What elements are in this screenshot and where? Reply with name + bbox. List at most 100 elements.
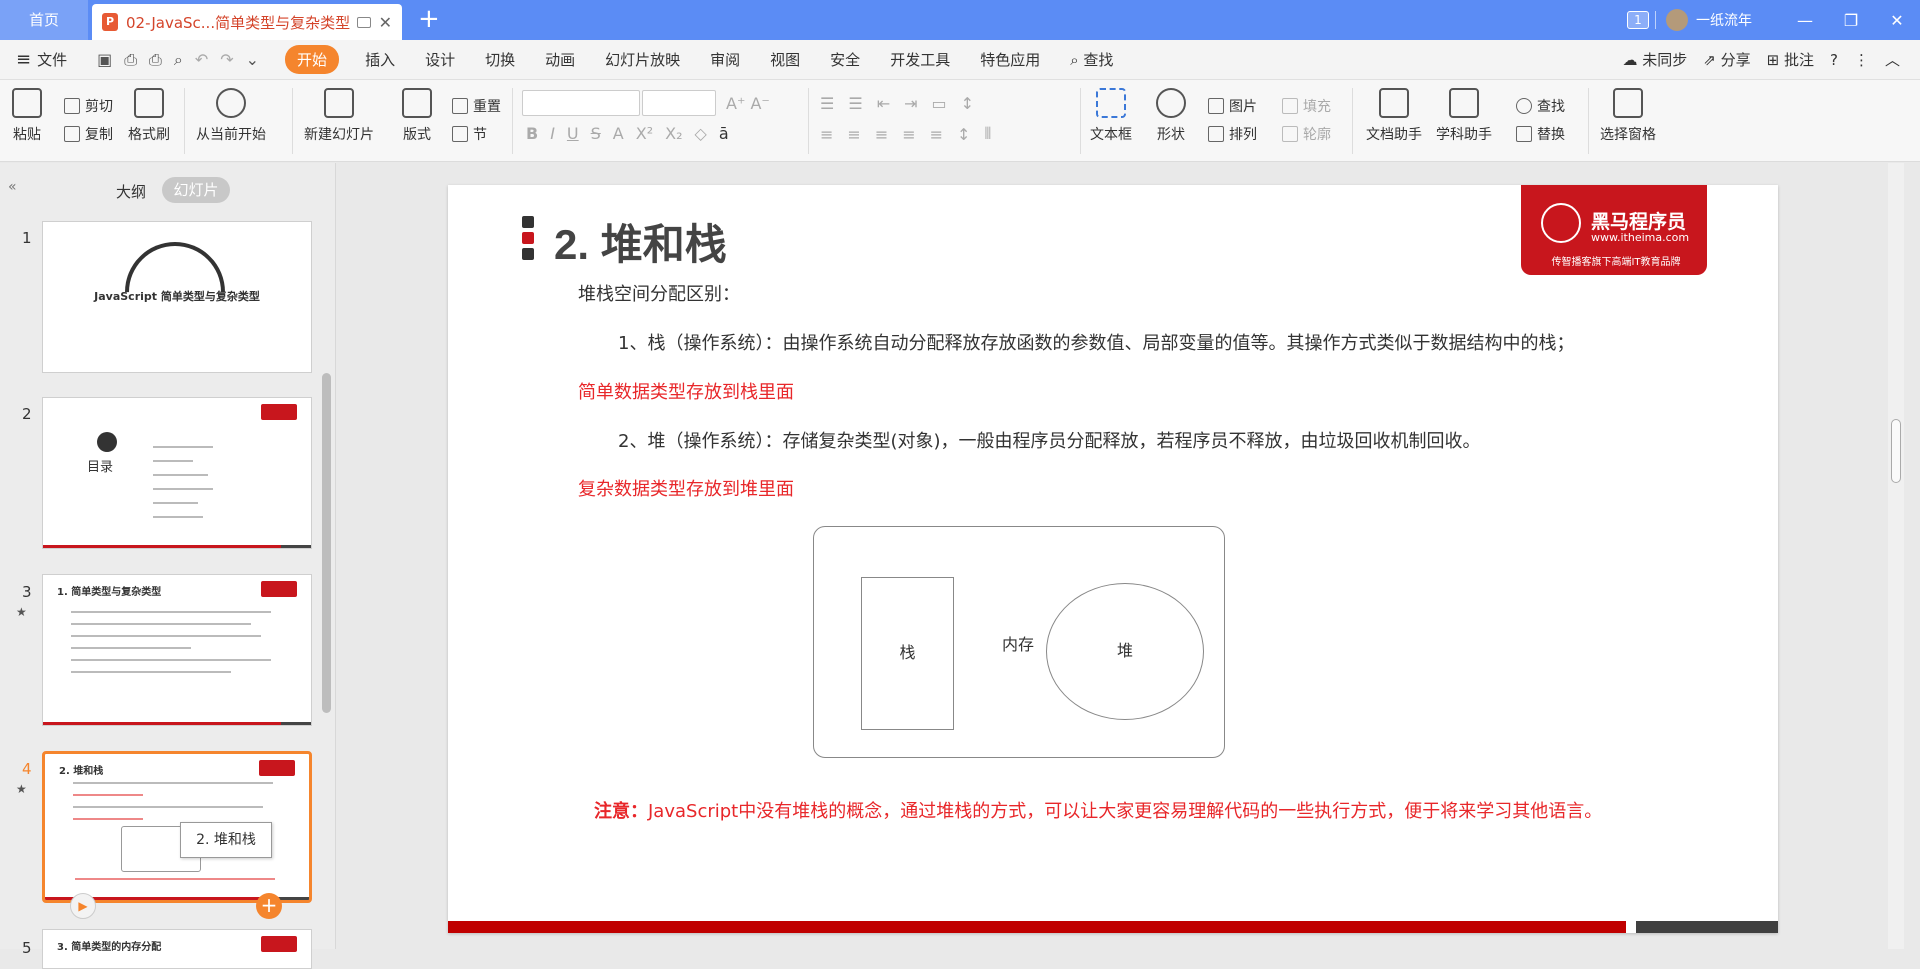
play-icon[interactable]: ▶ [70,893,96,919]
intro-text[interactable]: 堆栈空间分配区别： [578,280,740,306]
tab-insert[interactable]: 插入 [365,49,395,70]
justify-icon[interactable]: ≡ [902,125,915,144]
menu-file[interactable]: 文件 [37,49,67,70]
tab-slideshow[interactable]: 幻灯片放映 [605,49,680,70]
current-slide[interactable]: 2. 堆和栈 黑马程序员 www.itheima.com 传智播客旗下高端IT教… [448,185,1778,933]
avatar[interactable] [1666,9,1688,31]
shape-button[interactable]: 形状 [1156,88,1186,144]
sync-status[interactable]: ☁ 未同步 [1622,49,1687,70]
align-left-icon[interactable]: ≡ [820,125,833,144]
new-tab-button[interactable]: + [418,4,440,34]
close-tab-icon[interactable]: ✕ [379,13,392,32]
subscript-icon[interactable]: X₂ [665,124,682,143]
panel-scrollbar[interactable] [322,373,331,713]
preview-icon[interactable]: ⌕ [174,50,183,70]
new-slide-button[interactable]: 新建幻灯片 [304,88,374,144]
tab-animation[interactable]: 动画 [545,49,575,70]
strikethrough-icon[interactable]: S [591,124,601,143]
tab-transition[interactable]: 切换 [485,49,515,70]
fill-button[interactable]: 填充 [1282,96,1331,116]
stack-description[interactable]: 1、栈（操作系统）：由操作系统自动分配释放存放函数的参数值、局部变量的值等。其操… [618,329,1574,355]
menu-icon[interactable]: ≡ [16,49,31,70]
line-spacing-icon[interactable]: ↕ [961,94,974,113]
redo-icon[interactable]: ↷ [220,50,233,69]
italic-icon[interactable]: I [550,124,555,143]
spacing-icon[interactable]: ↕ [957,125,970,144]
window-count-badge[interactable]: 1 [1627,11,1649,29]
scrollbar-thumb[interactable] [1891,419,1901,483]
select-pane-button[interactable]: 选择窗格 [1600,88,1656,144]
doc-helper-button[interactable]: 文档助手 [1366,88,1422,144]
arrange-button[interactable]: 排列 [1208,124,1257,144]
find-button[interactable]: 查找 [1516,96,1565,116]
stack-box[interactable]: 栈 [861,577,954,730]
char-spacing-icon[interactable]: ā [719,124,729,143]
tab-slides[interactable]: 幻灯片 [162,177,230,203]
textbox-button[interactable]: 文本框 [1090,88,1132,144]
text-box-icon[interactable]: ▭ [932,94,947,113]
annotate-button[interactable]: ⊞ 批注 [1767,49,1814,70]
reset-button[interactable]: 重置 [452,96,501,116]
outline-button[interactable]: 轮廓 [1282,124,1331,144]
format-painter-button[interactable]: 格式刷 [128,88,170,144]
print-icon[interactable]: ⎙ [149,50,162,70]
font-color-icon[interactable]: A [613,124,624,143]
tab-special[interactable]: 特色应用 [980,49,1040,70]
tab-home[interactable]: 首页 [0,0,88,40]
font-size-select[interactable] [642,90,716,116]
replace-button[interactable]: 替换 [1516,124,1565,144]
tab-outline[interactable]: 大纲 [116,181,146,202]
tab-developer[interactable]: 开发工具 [890,49,950,70]
tab-document[interactable]: P 02-JavaSc...简单类型与复杂类型 ✕ [92,4,402,40]
superscript-icon[interactable]: X² [636,124,653,143]
cut-button[interactable]: 剪切 [64,96,113,116]
share-button[interactable]: ⇗ 分享 [1703,49,1750,70]
monitor-icon[interactable] [356,16,371,28]
eraser-icon[interactable]: ◇ [695,124,707,143]
paste-button[interactable]: 粘贴 [12,88,42,144]
memory-diagram[interactable]: 栈 内存 堆 [813,526,1225,758]
add-slide-button[interactable]: + [256,893,282,919]
layout-button[interactable]: 版式 [402,88,432,144]
undo-icon[interactable]: ↶ [195,50,208,69]
tab-security[interactable]: 安全 [830,49,860,70]
numbered-list-icon[interactable]: ☰ [848,94,862,113]
increase-indent-icon[interactable]: ⇥ [904,94,917,113]
more-icon[interactable]: ⋮ [1854,51,1869,69]
canvas-scrollbar[interactable] [1888,163,1904,949]
picture-button[interactable]: 图片 [1208,96,1257,116]
memory-label[interactable]: 内存 [1002,631,1034,655]
distribute-icon[interactable]: ≡ [930,125,943,144]
restore-icon[interactable]: ❐ [1828,11,1874,30]
font-size-adjust[interactable]: A⁺ A⁻ [726,94,770,113]
simple-type-note[interactable]: 简单数据类型存放到栈里面 [578,378,794,404]
close-window-icon[interactable]: ✕ [1874,11,1920,30]
slide-title[interactable]: 2. 堆和栈 [554,211,727,272]
user-name[interactable]: 一纸流年 [1696,10,1752,30]
save-icon[interactable]: ▣ [97,50,112,69]
font-name-select[interactable] [522,90,640,116]
help-icon[interactable]: ? [1830,51,1838,69]
slide-thumbnail-2[interactable]: 目录 [42,397,312,549]
tab-design[interactable]: 设计 [425,49,455,70]
columns-icon[interactable]: ⫴ [984,124,991,144]
print-preview-icon[interactable]: ⎙ [124,50,137,70]
bullet-list-icon[interactable]: ☰ [820,94,834,113]
bold-icon[interactable]: B [526,124,538,143]
underline-icon[interactable]: U [567,124,579,143]
align-center-icon[interactable]: ≡ [847,125,860,144]
complex-type-note[interactable]: 复杂数据类型存放到堆里面 [578,475,794,501]
tab-review[interactable]: 审阅 [710,49,740,70]
from-current-button[interactable]: 从当前开始 [196,88,266,144]
tab-start[interactable]: 开始 [285,45,340,74]
slide-thumbnail-5[interactable]: 3. 简单类型的内存分配 [42,929,312,969]
search-command[interactable]: ⌕ 查找 [1070,49,1113,70]
slide-thumbnail-1[interactable]: JavaScript 简单类型与复杂类型 [42,221,312,373]
decrease-indent-icon[interactable]: ⇤ [877,94,890,113]
align-right-icon[interactable]: ≡ [875,125,888,144]
heap-ellipse[interactable]: 堆 [1046,583,1204,720]
minimize-icon[interactable]: — [1782,11,1828,30]
section-button[interactable]: 节 [452,124,487,144]
customize-chevron-icon[interactable]: ⌄ [246,50,259,69]
note-text[interactable]: 注意：JavaScript中没有堆栈的概念，通过堆栈的方式，可以让大家更容易理解… [594,797,1602,823]
